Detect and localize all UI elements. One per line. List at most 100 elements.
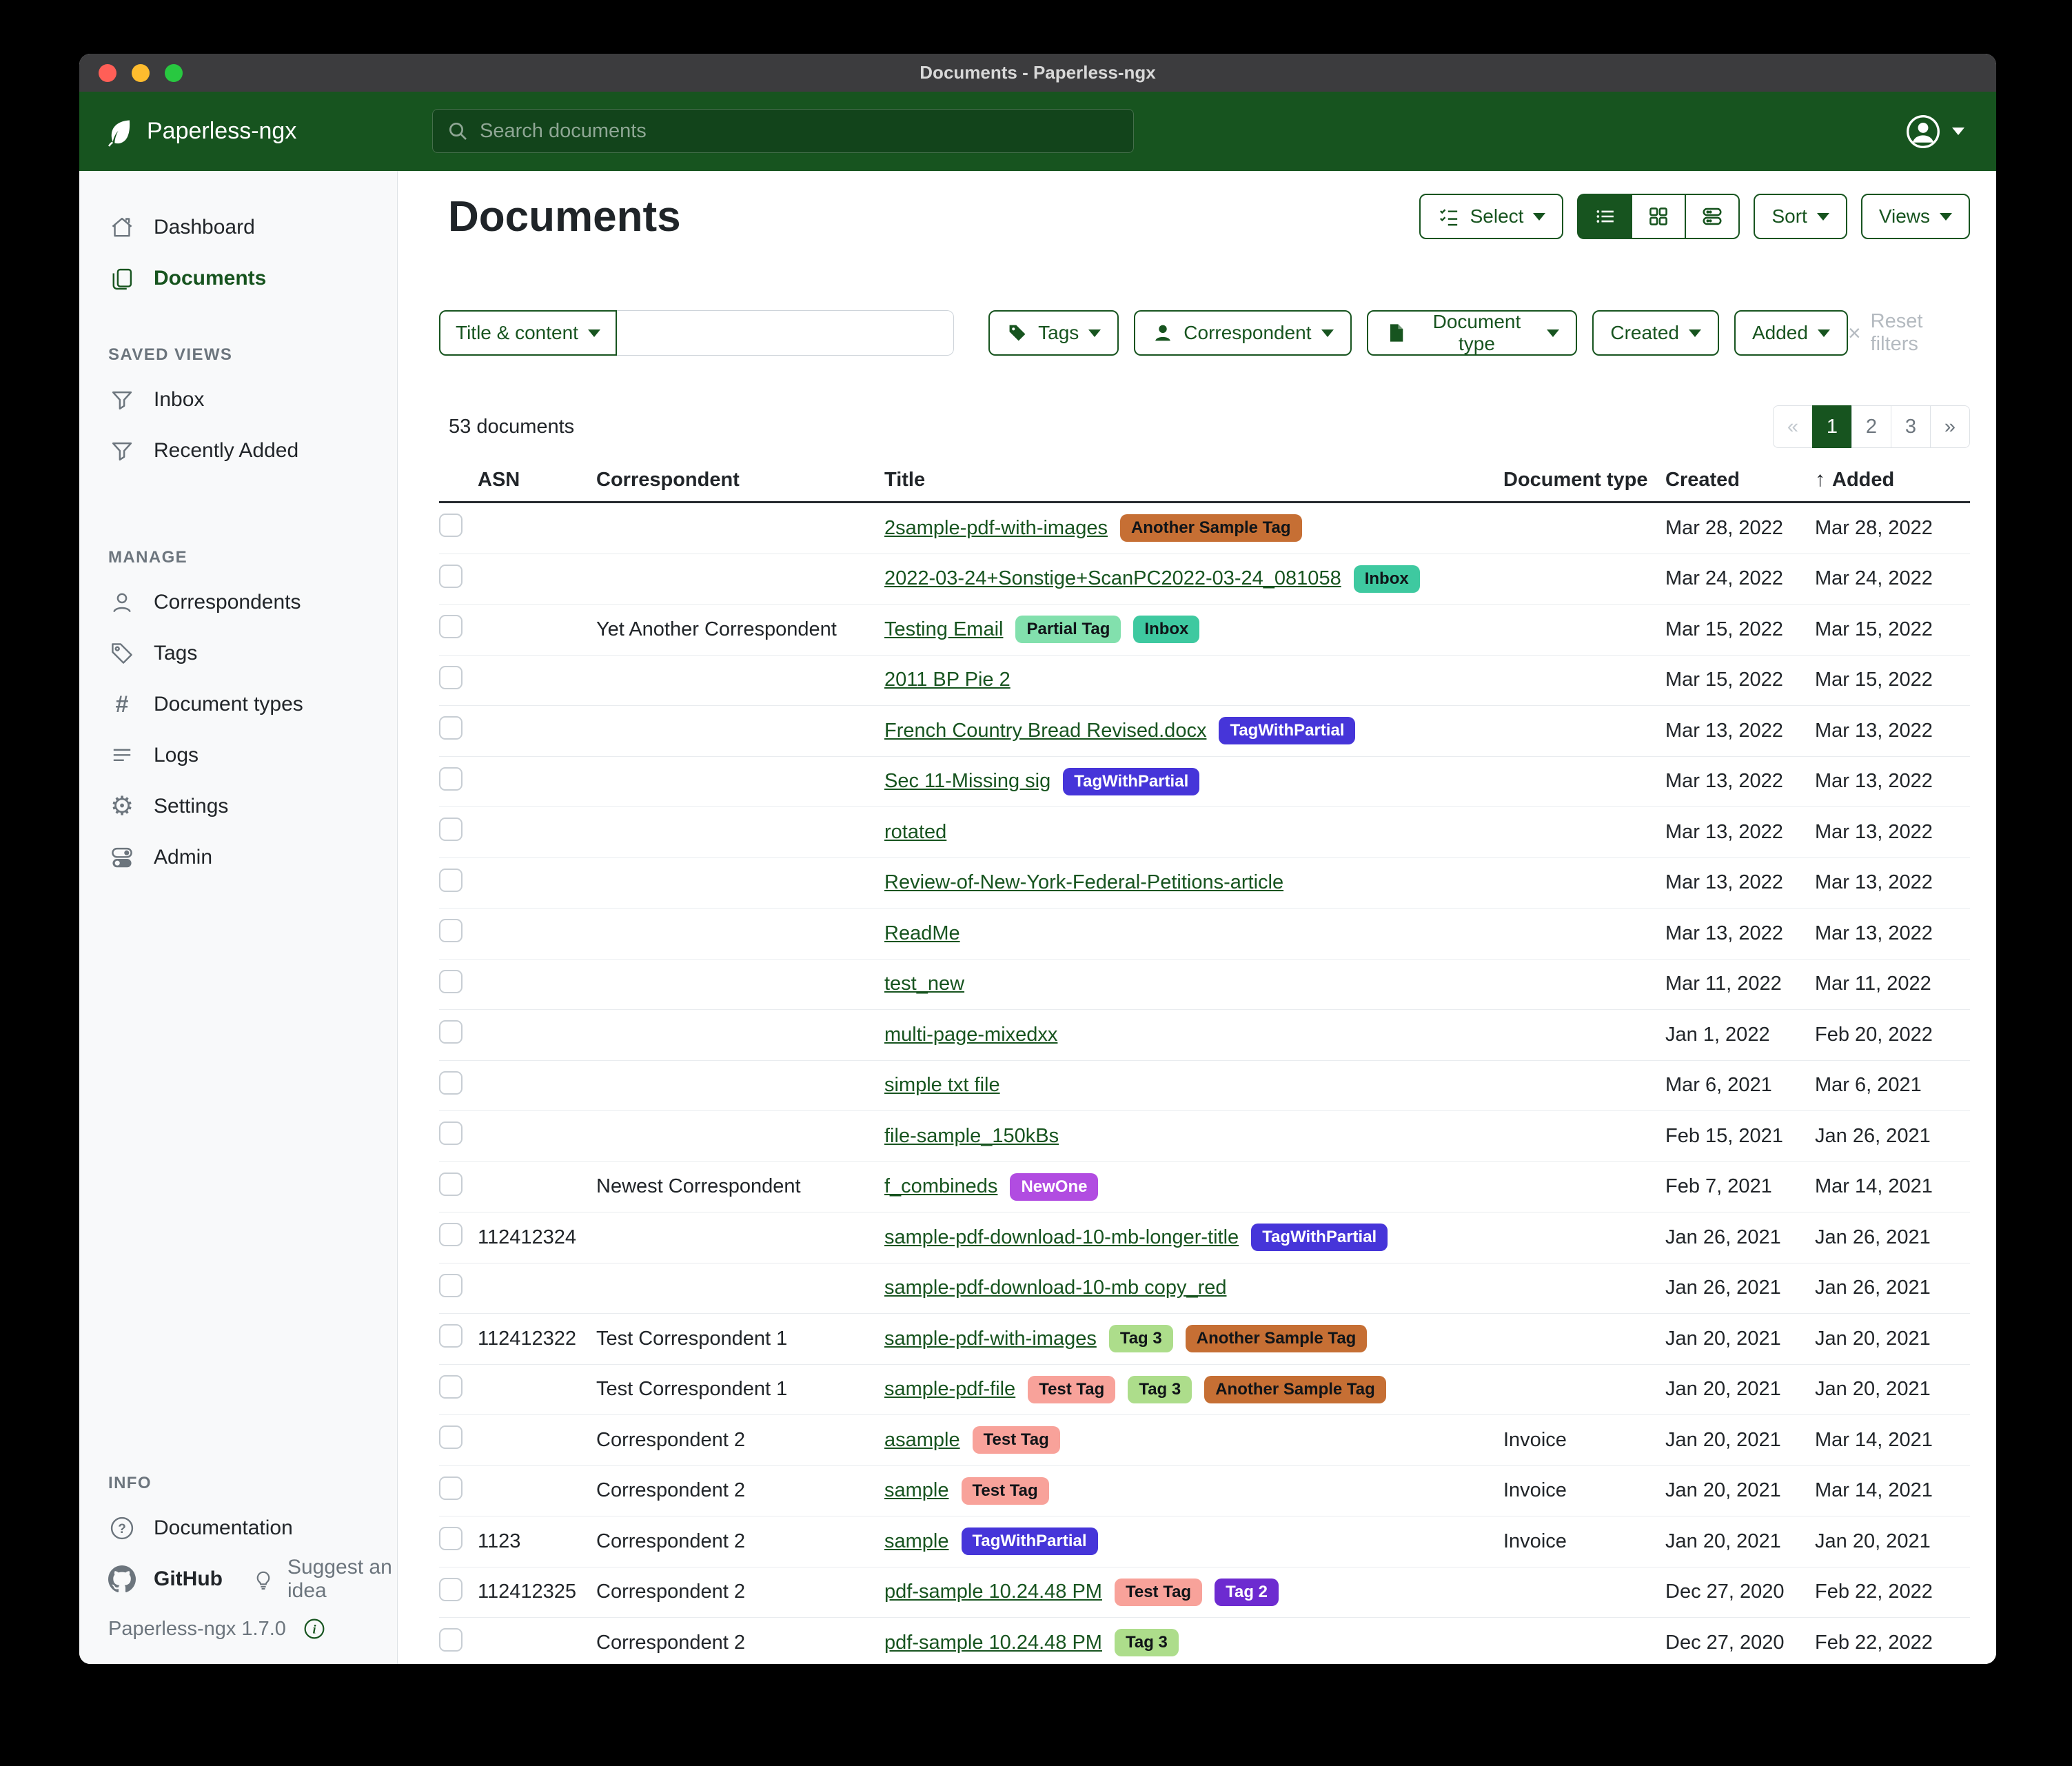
tag-badge[interactable]: Tag 2 — [1215, 1579, 1279, 1606]
table-row[interactable]: Correspondent 2sampleTest TagInvoiceJan … — [439, 1466, 1970, 1517]
row-checkbox[interactable] — [439, 1324, 463, 1348]
sidebar-item-inbox[interactable]: Inbox — [79, 374, 397, 425]
document-title-link[interactable]: sample — [884, 1530, 949, 1553]
row-checkbox[interactable] — [439, 1223, 463, 1246]
table-row[interactable]: multi-page-mixedxxJan 1, 2022Feb 20, 202… — [439, 1010, 1970, 1061]
document-title-link[interactable]: 2022-03-24+Sonstige+ScanPC2022-03-24_081… — [884, 567, 1341, 590]
filter-text-input[interactable] — [617, 310, 954, 356]
table-row[interactable]: Test Correspondent 1sample-pdf-fileTest … — [439, 1365, 1970, 1416]
table-row[interactable]: Sec 11-Missing sigTagWithPartialMar 13, … — [439, 757, 1970, 808]
document-title-link[interactable]: file-sample_150kBs — [884, 1125, 1059, 1148]
tag-badge[interactable]: Partial Tag — [1015, 616, 1121, 643]
document-title-link[interactable]: Review-of-New-York-Federal-Petitions-art… — [884, 871, 1283, 894]
document-title-link[interactable]: sample-pdf-with-images — [884, 1328, 1097, 1350]
row-checkbox[interactable] — [439, 767, 463, 791]
tags-filter-button[interactable]: Tags — [988, 310, 1119, 356]
header-correspondent[interactable]: Correspondent — [596, 469, 884, 491]
tag-badge[interactable]: Test Tag — [1028, 1376, 1115, 1403]
document-title-link[interactable]: Sec 11-Missing sig — [884, 770, 1050, 793]
document-title-link[interactable]: 2011 BP Pie 2 — [884, 669, 1010, 691]
table-row[interactable]: Yet Another CorrespondentTesting EmailPa… — [439, 605, 1970, 656]
row-checkbox[interactable] — [439, 1121, 463, 1145]
table-row[interactable]: rotatedMar 13, 2022Mar 13, 2022 — [439, 807, 1970, 858]
document-title-link[interactable]: sample-pdf-download-10-mb-longer-title — [884, 1226, 1239, 1249]
tag-badge[interactable]: Test Tag — [962, 1477, 1049, 1505]
table-row[interactable]: file-sample_150kBsFeb 15, 2021Jan 26, 20… — [439, 1111, 1970, 1162]
tag-badge[interactable]: Tag 3 — [1128, 1376, 1192, 1403]
document-title-link[interactable]: rotated — [884, 821, 946, 844]
table-row[interactable]: 112412325Correspondent 2pdf-sample 10.24… — [439, 1567, 1970, 1618]
document-type-filter-button[interactable]: Document type — [1367, 310, 1578, 356]
table-row[interactable]: 112412322Test Correspondent 1sample-pdf-… — [439, 1314, 1970, 1365]
document-title-link[interactable]: f_combineds — [884, 1175, 997, 1198]
sidebar-item-document-types[interactable]: # Document types — [79, 679, 397, 730]
sort-button[interactable]: Sort — [1754, 194, 1847, 239]
reset-filters-button[interactable]: × Reset filters — [1848, 310, 1970, 356]
document-title-link[interactable]: test_new — [884, 973, 964, 995]
header-title[interactable]: Title — [884, 469, 1503, 491]
table-row[interactable]: simple txt fileMar 6, 2021Mar 6, 2021 — [439, 1061, 1970, 1112]
tag-badge[interactable]: Inbox — [1133, 616, 1199, 643]
sidebar-item-logs[interactable]: Logs — [79, 730, 397, 781]
created-filter-button[interactable]: Created — [1592, 310, 1719, 356]
row-checkbox[interactable] — [439, 514, 463, 537]
tag-badge[interactable]: TagWithPartial — [962, 1528, 1098, 1555]
tag-badge[interactable]: Another Sample Tag — [1186, 1325, 1368, 1352]
sidebar-item-correspondents[interactable]: Correspondents — [79, 577, 397, 628]
document-title-link[interactable]: ReadMe — [884, 922, 960, 945]
row-checkbox[interactable] — [439, 818, 463, 841]
tag-badge[interactable]: TagWithPartial — [1219, 717, 1355, 744]
row-checkbox[interactable] — [439, 869, 463, 892]
tag-badge[interactable]: NewOne — [1010, 1173, 1098, 1201]
header-created[interactable]: Created — [1665, 469, 1815, 491]
sidebar-item-documentation[interactable]: ? Documentation — [79, 1503, 397, 1554]
search-input[interactable] — [478, 119, 1119, 143]
sidebar-item-admin[interactable]: Admin — [79, 832, 397, 883]
table-row[interactable]: Correspondent 2asampleTest TagInvoiceJan… — [439, 1415, 1970, 1466]
global-search[interactable] — [432, 109, 1134, 153]
row-checkbox[interactable] — [439, 1476, 463, 1500]
table-row[interactable]: Correspondent 2pdf-sample 10.24.48 PMTag… — [439, 1618, 1970, 1664]
table-row[interactable]: 2011 BP Pie 2Mar 15, 2022Mar 15, 2022 — [439, 656, 1970, 707]
sidebar-item-dashboard[interactable]: Dashboard — [79, 202, 397, 253]
table-row[interactable]: ReadMeMar 13, 2022Mar 13, 2022 — [439, 909, 1970, 960]
tag-badge[interactable]: Test Tag — [973, 1426, 1060, 1454]
tag-badge[interactable]: Another Sample Tag — [1120, 514, 1302, 542]
zoom-window-button[interactable] — [165, 64, 183, 82]
tag-badge[interactable]: Test Tag — [1115, 1579, 1202, 1606]
table-row[interactable]: 112412324sample-pdf-download-10-mb-longe… — [439, 1212, 1970, 1263]
document-title-link[interactable]: French Country Bread Revised.docx — [884, 720, 1206, 742]
sidebar-item-documents[interactable]: Documents — [79, 253, 397, 304]
select-button[interactable]: Select — [1419, 194, 1564, 239]
document-title-link[interactable]: Testing Email — [884, 618, 1003, 641]
row-checkbox[interactable] — [439, 1274, 463, 1297]
sidebar-item-tags[interactable]: Tags — [79, 628, 397, 679]
detail-view-button[interactable] — [1685, 194, 1740, 239]
row-checkbox[interactable] — [439, 565, 463, 588]
row-checkbox[interactable] — [439, 716, 463, 740]
sidebar-item-suggest-idea[interactable]: Suggest an idea — [252, 1554, 397, 1605]
tag-badge[interactable]: Another Sample Tag — [1204, 1376, 1386, 1403]
table-row[interactable]: Newest Correspondentf_combinedsNewOneFeb… — [439, 1162, 1970, 1213]
table-row[interactable]: Review-of-New-York-Federal-Petitions-art… — [439, 858, 1970, 909]
correspondent-filter-button[interactable]: Correspondent — [1134, 310, 1351, 356]
table-row[interactable]: 2022-03-24+Sonstige+ScanPC2022-03-24_081… — [439, 554, 1970, 605]
document-title-link[interactable]: 2sample-pdf-with-images — [884, 517, 1108, 540]
row-checkbox[interactable] — [439, 1527, 463, 1550]
row-checkbox[interactable] — [439, 1425, 463, 1449]
document-title-link[interactable]: pdf-sample 10.24.48 PM — [884, 1632, 1102, 1654]
tag-badge[interactable]: Tag 3 — [1115, 1629, 1179, 1656]
header-document-type[interactable]: Document type — [1503, 469, 1665, 491]
pagination-last-button[interactable]: » — [1930, 405, 1970, 448]
close-window-button[interactable] — [99, 64, 116, 82]
table-row[interactable]: test_newMar 11, 2022Mar 11, 2022 — [439, 960, 1970, 1011]
pagination-page-2[interactable]: 2 — [1851, 405, 1891, 448]
table-row[interactable]: 2sample-pdf-with-images Another Sample Ta… — [439, 503, 1970, 554]
row-checkbox[interactable] — [439, 1173, 463, 1196]
row-checkbox[interactable] — [439, 919, 463, 942]
list-view-button[interactable] — [1577, 194, 1632, 239]
added-filter-button[interactable]: Added — [1734, 310, 1848, 356]
pagination-page-3[interactable]: 3 — [1891, 405, 1931, 448]
row-checkbox[interactable] — [439, 1578, 463, 1601]
row-checkbox[interactable] — [439, 970, 463, 993]
